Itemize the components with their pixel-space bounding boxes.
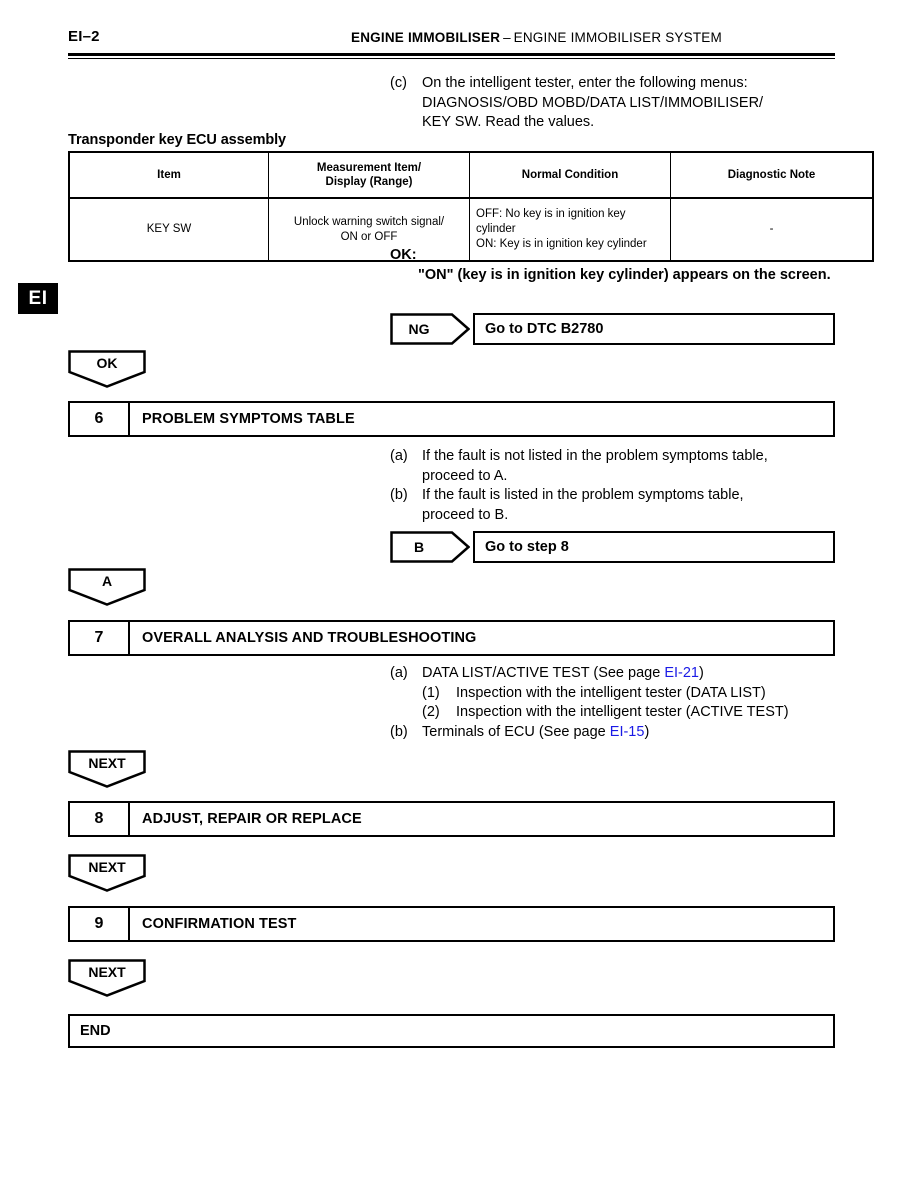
judgement-row-b: B Go to step 8 — [390, 531, 835, 563]
instruction-label-a1: (1) — [422, 684, 440, 701]
instruction-label-a: (a) — [390, 665, 408, 681]
connector-ok: OK — [68, 350, 146, 388]
step-box-9: 9 CONFIRMATION TEST — [68, 906, 835, 942]
judgement-tag-ng: NG — [390, 313, 470, 345]
column-header-measurement-line1: Measurement Item/ — [316, 162, 422, 174]
header-rule-thick — [68, 53, 835, 56]
instruction-label-a2: (2) — [422, 704, 440, 720]
judgement-action-b: Go to step 8 — [473, 531, 835, 563]
step-number-9: 9 — [70, 908, 130, 940]
instruction-c-line3: KEY SW. Read the values. — [422, 114, 595, 130]
judgement-action-ng: Go to DTC B2780 — [473, 313, 835, 345]
step-title-6: PROBLEM SYMPTOMS TABLE — [142, 411, 355, 427]
header-title-section: ENGINE IMMOBILISER SYSTEM — [513, 30, 722, 45]
connector-next-2: NEXT — [68, 854, 146, 892]
instruction-b-text-after: ) — [644, 723, 650, 740]
connector-next-1-label: NEXT — [88, 754, 126, 771]
instruction-label-b: (b) — [390, 487, 408, 503]
step-number-8: 8 — [70, 803, 130, 835]
step-number-6: 6 — [70, 403, 130, 435]
instruction-label-b: (b) — [390, 723, 408, 740]
column-header-measurement: Measurement Item/ Display (Range) — [268, 151, 470, 199]
instruction-a-line2: proceed to A. — [422, 467, 508, 484]
instruction-a-text-after: ) — [698, 665, 704, 681]
page-link-ei-21[interactable]: EI-21 — [664, 665, 699, 681]
step-number-7: 7 — [70, 622, 130, 654]
header-title: ENGINE IMMOBILISER – ENGINE IMMOBILISER SY… — [238, 30, 835, 45]
judgement-tag-b-label: B — [413, 539, 425, 555]
section-tab-ei: EI — [18, 283, 58, 314]
column-header-measurement-line2: Display (Range) — [325, 176, 413, 188]
instruction-item-a: (a) If the fault is not listed in the pr… — [390, 447, 840, 486]
instruction-item-b: (b) Terminals of ECU (See page EI-15) — [390, 723, 845, 743]
instruction-block-step7: (a) DATA LIST/ACTIVE TEST (See page EI-2… — [390, 664, 845, 742]
instruction-item-a: (a) DATA LIST/ACTIVE TEST (See page EI-2… — [390, 664, 845, 684]
instruction-a-line1: If the fault is not listed in the proble… — [422, 448, 768, 464]
instruction-block-step6: (a) If the fault is not listed in the pr… — [390, 447, 840, 525]
header-title-dash: – — [503, 30, 511, 45]
step-box-7: 7 OVERALL ANALYSIS AND TROUBLESHOOTING — [68, 620, 835, 656]
instruction-c-line1: On the intelligent tester, enter the fol… — [422, 75, 748, 91]
header-rule-thin — [68, 58, 835, 59]
judgement-tag-ng-label: NG — [408, 321, 430, 337]
instruction-b-line1: If the fault is listed in the problem sy… — [422, 487, 744, 503]
page-link-ei-15[interactable]: EI-15 — [610, 724, 645, 740]
page-header: EI–2 ENGINE IMMOBILISER – ENGINE IMMOBILIS… — [68, 28, 835, 52]
instruction-a2-text: Inspection with the intelligent tester (… — [456, 704, 789, 720]
step-title-7: OVERALL ANALYSIS AND TROUBLESHOOTING — [142, 630, 477, 646]
table-header-row: Item Measurement Item/ Display (Range) N… — [68, 151, 874, 199]
table-caption: Transponder key ECU assembly — [68, 132, 287, 148]
instruction-item-a1: (1) Inspection with the intelligent test… — [390, 684, 845, 704]
instruction-item-b: (b) If the fault is listed in the proble… — [390, 486, 840, 525]
document-page: EI–2 ENGINE IMMOBILISER – ENGINE IMMOBILIS… — [0, 0, 920, 1191]
step-box-6: 6 PROBLEM SYMPTOMS TABLE — [68, 401, 835, 437]
ok-result-label: OK: — [390, 247, 417, 263]
step-box-8: 8 ADJUST, REPAIR OR REPLACE — [68, 801, 835, 837]
page-number: EI–2 — [68, 28, 100, 45]
step-title-9: CONFIRMATION TEST — [142, 916, 297, 932]
instruction-label-a: (a) — [390, 448, 408, 464]
instruction-a-text-before: DATA LIST/ACTIVE TEST (See page — [422, 665, 665, 681]
instruction-label-c: (c) — [390, 75, 407, 91]
instruction-b-text: Terminals of ECU (See page EI-15) — [422, 723, 845, 743]
instruction-a-text: DATA LIST/ACTIVE TEST (See page EI-21) — [422, 664, 845, 684]
instruction-block-c: (c) On the intelligent tester, enter the… — [390, 74, 840, 133]
ok-result-text: "ON" (key is in ignition key cylinder) a… — [418, 266, 831, 283]
table-header: Item Measurement Item/ Display (Range) N… — [68, 151, 874, 199]
cell-measurement-line1: Unlock warning switch signal/ — [293, 215, 445, 228]
instruction-b-text-before: Terminals of ECU (See page — [422, 723, 610, 740]
cell-condition-line1: OFF: No key is in ignition key — [476, 208, 626, 220]
instruction-a1-text: Inspection with the intelligent tester (… — [456, 684, 766, 701]
connector-next-3: NEXT — [68, 959, 146, 997]
step-title-8: ADJUST, REPAIR OR REPLACE — [142, 811, 362, 827]
connector-a-label: A — [101, 572, 113, 589]
instruction-b-line2: proceed to B. — [422, 506, 509, 523]
connector-ok-label: OK — [96, 354, 118, 371]
connector-a: A — [68, 568, 146, 606]
end-box: END — [68, 1014, 835, 1048]
column-header-diagnostic-note: Diagnostic Note — [670, 151, 874, 199]
instruction-item-a2: (2) Inspection with the intelligent test… — [390, 703, 845, 723]
connector-next-3-label: NEXT — [88, 963, 126, 980]
ok-result-block: OK: "ON" (key is in ignition key cylinde… — [390, 246, 840, 285]
cell-condition-line2: cylinder — [476, 223, 516, 235]
column-header-item: Item — [68, 151, 269, 199]
instruction-c-line2: DIAGNOSIS/OBD MOBD/DATA LIST/IMMOBILISER… — [422, 94, 764, 111]
cell-item: KEY SW — [68, 198, 269, 262]
connector-next-2-label: NEXT — [88, 858, 126, 875]
judgement-row-ng: NG Go to DTC B2780 — [390, 313, 835, 345]
judgement-tag-b: B — [390, 531, 470, 563]
connector-next-1: NEXT — [68, 750, 146, 788]
header-title-system: ENGINE IMMOBILISER — [351, 30, 501, 45]
column-header-normal-condition: Normal Condition — [469, 151, 671, 199]
cell-measurement-line2: ON or OFF — [340, 230, 398, 243]
